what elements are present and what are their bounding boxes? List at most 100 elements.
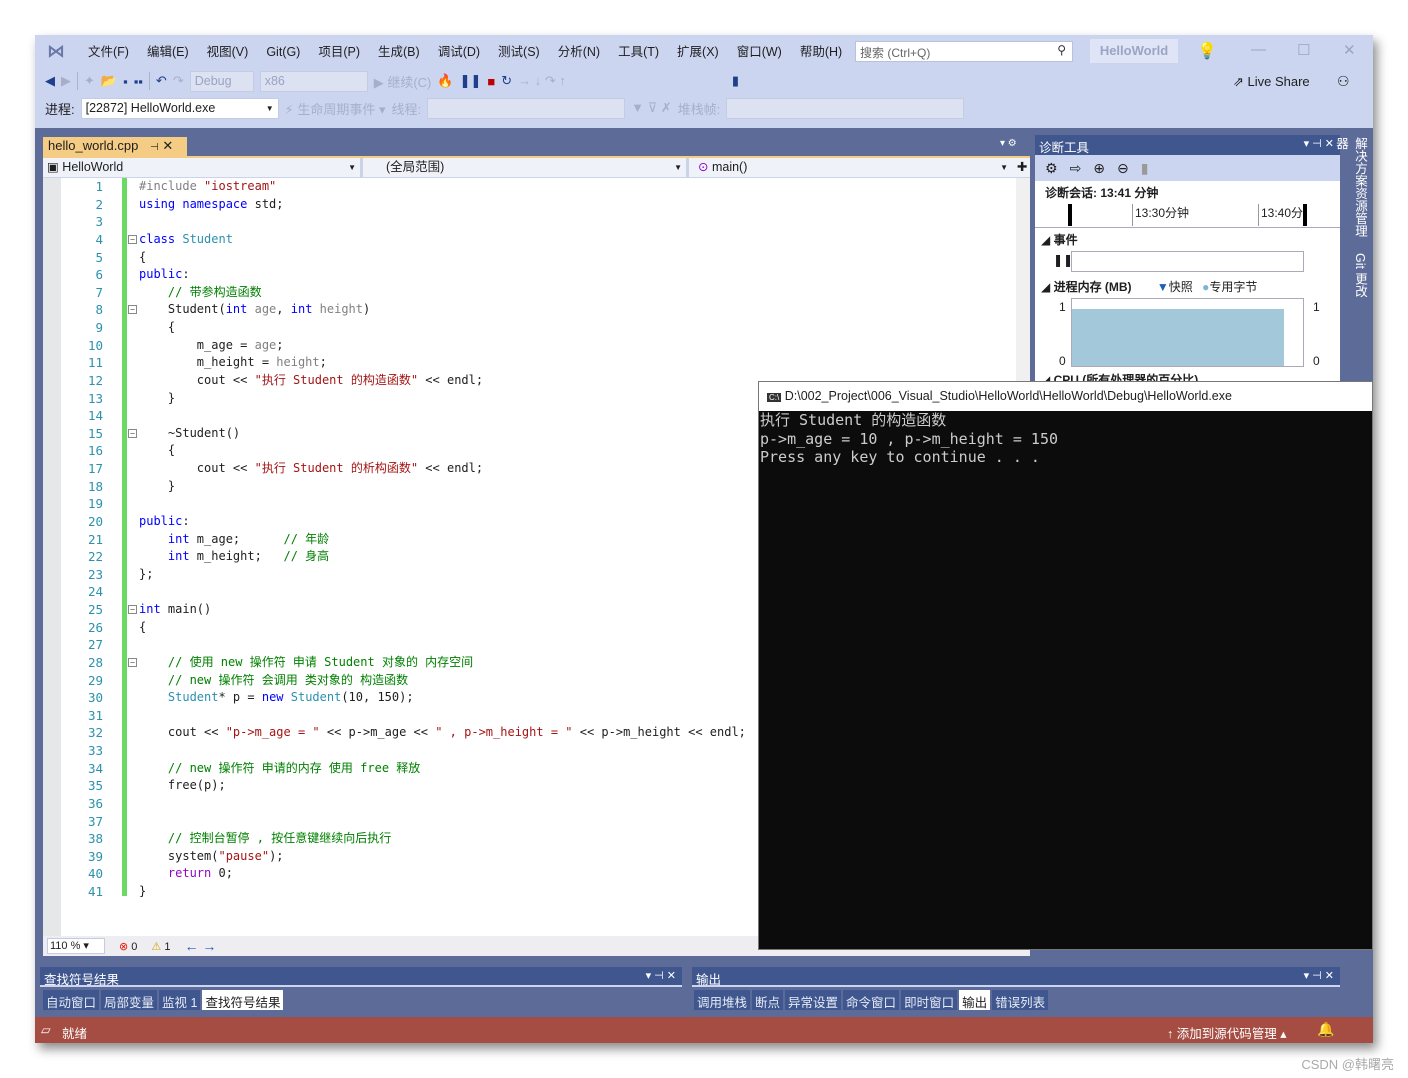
code-line[interactable]: Student* p = new Student(10, 150); — [139, 689, 746, 707]
close-button[interactable]: ✕ — [1343, 41, 1356, 59]
process-dropdown[interactable]: [22872] HelloWorld.exe ▼ — [80, 97, 279, 119]
chart-icon[interactable]: ▮ — [1141, 160, 1149, 177]
panel-tab[interactable]: 调用堆栈 — [694, 990, 751, 1010]
fold-toggle-icon[interactable]: − — [128, 657, 137, 667]
add-source-control-button[interactable]: ↑ 添加到源代码管理 ▴ — [1167, 1023, 1287, 1042]
search-input[interactable]: 搜索 (Ctrl+Q) ⚲ — [855, 41, 1073, 62]
panel-controls-icon[interactable]: ▾ ⊣ ✕ — [1304, 969, 1334, 982]
menu-item[interactable]: Git(G) — [257, 43, 309, 61]
code-line[interactable] — [139, 795, 746, 813]
redo-icon[interactable]: ↷ — [173, 73, 184, 89]
zoom-out-icon[interactable]: ⊖ — [1117, 160, 1129, 177]
code-line[interactable]: − ~Student() — [128, 425, 746, 443]
new-item-icon[interactable]: ✦ — [84, 73, 95, 89]
panel-controls-icon[interactable]: ▾ ⊣ ✕ — [1304, 137, 1334, 150]
code-line[interactable]: cout << "执行 Student 的析构函数" << endl; — [139, 460, 746, 478]
pin-icon[interactable]: ⊣ — [150, 142, 159, 153]
tab-hello-world-cpp[interactable]: hello_world.cpp ⊣ ✕ — [43, 137, 187, 157]
code-line[interactable]: }; — [139, 566, 746, 584]
menu-item[interactable]: 调试(D) — [429, 43, 489, 61]
memory-section[interactable]: ◢ 进程内存 (MB) ▼快照 ●专用字节 — [1035, 273, 1340, 298]
notifications-icon[interactable]: 🔔 — [1317, 1021, 1334, 1038]
open-icon[interactable]: 📂 — [101, 73, 117, 89]
code-line[interactable] — [139, 742, 746, 760]
code-line[interactable] — [139, 813, 746, 831]
panel-tab[interactable]: 输出 — [959, 990, 991, 1010]
code-line[interactable]: { — [139, 319, 746, 337]
side-tab-solution-explorer[interactable]: 解决方案资源管理器 — [1334, 133, 1370, 243]
back-icon[interactable]: ◀ — [45, 73, 55, 89]
panel-tab[interactable]: 断点 — [752, 990, 784, 1010]
platform-dropdown[interactable]: x86 — [259, 70, 368, 92]
code-line[interactable]: − Student(int age, int height) — [128, 301, 746, 319]
menu-item[interactable]: 项目(P) — [309, 43, 369, 61]
code-line[interactable]: public: — [139, 513, 746, 531]
restart-icon[interactable]: ↻ — [501, 73, 512, 89]
menu-item[interactable]: 测试(S) — [489, 43, 549, 61]
fold-toggle-icon[interactable]: − — [128, 605, 137, 614]
menu-item[interactable]: 分析(N) — [549, 43, 609, 61]
split-icon[interactable]: ✚ — [1013, 158, 1030, 178]
code-line[interactable]: int m_age; // 年龄 — [139, 531, 746, 549]
console-title-bar[interactable]: C:\ D:\002_Project\006_Visual_Studio\Hel… — [759, 382, 1372, 411]
forward-icon[interactable]: ▶ — [61, 73, 71, 89]
code-line[interactable] — [139, 707, 746, 725]
console-window[interactable]: C:\ D:\002_Project\006_Visual_Studio\Hel… — [758, 381, 1373, 950]
continue-button[interactable]: ▶ 继续(C) — [374, 72, 432, 91]
settings-icon[interactable]: ⚙ — [1045, 160, 1058, 177]
fold-toggle-icon[interactable]: − — [128, 234, 137, 244]
code-line[interactable]: using namespace std; — [139, 196, 746, 214]
code-line[interactable]: { — [139, 442, 746, 460]
menu-item[interactable]: 工具(T) — [609, 43, 668, 61]
panel-tab[interactable]: 即时窗口 — [901, 990, 958, 1010]
thread-dropdown[interactable] — [427, 97, 626, 119]
code-line[interactable]: cout << "执行 Student 的构造函数" << endl; — [139, 372, 746, 390]
filter-icon[interactable]: ▼ ⊽ ✗ — [631, 100, 672, 116]
nav-arrows-icon[interactable]: ← → — [184, 938, 216, 954]
scope-dropdown[interactable]: (全局范围) ▼ — [366, 158, 689, 178]
live-share-button[interactable]: ⇗ Live Share — [1233, 74, 1310, 90]
hot-reload-icon[interactable]: 🔥 — [437, 73, 453, 89]
code-line[interactable]: − class Student — [128, 231, 746, 249]
project-dropdown[interactable]: ▣ HelloWorld ▼ — [43, 158, 363, 178]
stop-icon[interactable]: ■ — [487, 74, 495, 89]
pause-icon[interactable]: ❚❚ — [460, 73, 482, 89]
panel-tab[interactable]: 命令窗口 — [843, 990, 900, 1010]
maximize-button[interactable]: ☐ — [1297, 41, 1310, 59]
menu-item[interactable]: 编辑(E) — [138, 43, 198, 61]
code-line[interactable] — [139, 213, 746, 231]
code-line[interactable]: } — [139, 883, 746, 901]
panel-tab[interactable]: 查找符号结果 — [202, 990, 284, 1010]
panel-tab[interactable]: 错误列表 — [992, 990, 1049, 1010]
errors-indicator[interactable]: ⊗ 0 — [119, 940, 137, 953]
panel-tab[interactable]: 自动窗口 — [43, 990, 100, 1010]
code-line[interactable]: // 控制台暂停 , 按任意键继续向后执行 — [139, 830, 746, 848]
code-lines[interactable]: #include "iostream" using namespace std; −… — [128, 178, 746, 901]
code-line[interactable]: cout << "p->m_age = " << p->m_age << " ,… — [139, 724, 746, 742]
feedback-icon[interactable]: 💡 — [1197, 41, 1217, 61]
code-line[interactable]: free(p); — [139, 777, 746, 795]
panel-tab[interactable]: 局部变量 — [101, 990, 158, 1010]
code-line[interactable]: } — [139, 390, 746, 408]
save-icon[interactable]: ▪ — [123, 74, 128, 89]
menu-item[interactable]: 视图(V) — [198, 43, 258, 61]
code-line[interactable]: // new 操作符 申请的内存 使用 free 释放 — [139, 760, 746, 778]
menu-item[interactable]: 窗口(W) — [728, 43, 791, 61]
code-line[interactable]: // 带参构造函数 — [139, 284, 746, 302]
lifecycle-events-button[interactable]: ⚡ 生命周期事件 ▾ — [285, 99, 386, 118]
zoom-in-icon[interactable]: ⊕ — [1093, 160, 1105, 177]
menu-item[interactable]: 文件(F) — [79, 43, 138, 61]
panel-controls-icon[interactable]: ▾ ⊣ ✕ — [646, 969, 676, 982]
code-line[interactable]: − // 使用 new 操作符 申请 Student 对象的 内存空间 — [128, 654, 746, 672]
undo-icon[interactable]: ↶ — [156, 73, 167, 89]
code-line[interactable]: } — [139, 478, 746, 496]
fold-toggle-icon[interactable]: − — [128, 305, 137, 315]
code-line[interactable]: #include "iostream" — [139, 178, 746, 196]
code-line[interactable]: // new 操作符 会调用 类对象的 构造函数 — [139, 672, 746, 690]
panel-tab[interactable]: 异常设置 — [785, 990, 842, 1010]
close-tab-icon[interactable]: ✕ — [162, 138, 173, 153]
code-line[interactable] — [139, 495, 746, 513]
export-icon[interactable]: ⇨ — [1070, 160, 1082, 177]
code-line[interactable]: m_age = age; — [139, 337, 746, 355]
stackframe-dropdown[interactable] — [726, 97, 965, 119]
